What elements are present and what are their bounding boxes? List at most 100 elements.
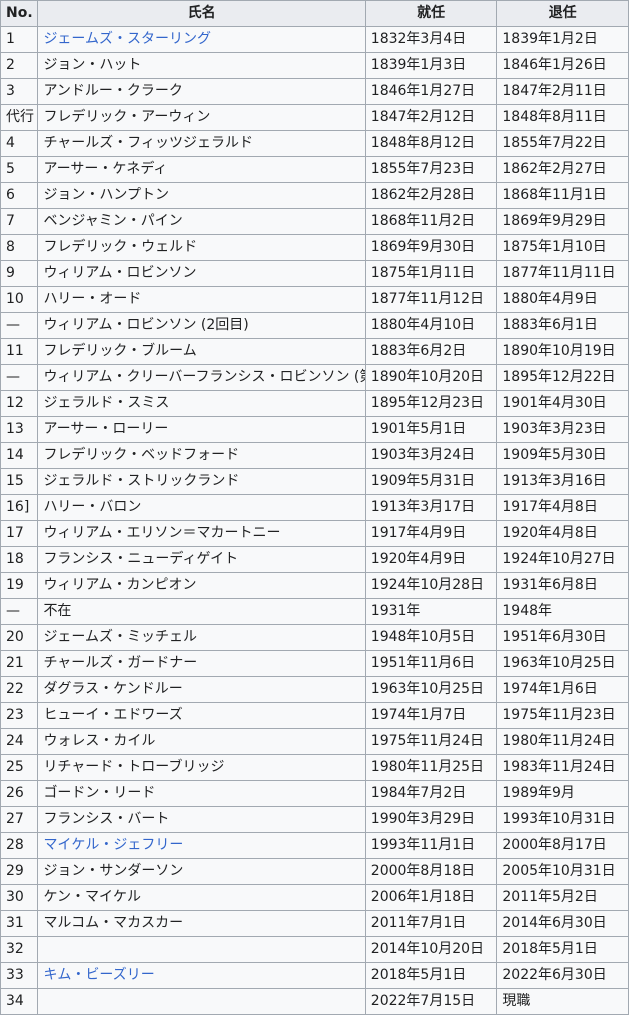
cell-name: ダグラス・ケンドルー [37, 676, 366, 703]
cell-end-date: 1903年3月23日 [496, 416, 629, 443]
cell-start-date: 1913年3月17日 [364, 494, 498, 521]
cell-name: ケン・マイケル [37, 884, 366, 911]
cell-name: マイケル・ジェフリー [37, 832, 366, 859]
cell-end-date: 1948年 [496, 598, 629, 625]
cell-start-date: 1895年12月23日 [364, 390, 498, 417]
cell-start-date: 2014年10月20日 [364, 936, 498, 963]
cell-name: アーサー・ローリー [37, 416, 366, 443]
table-row: 27 フランシス・バート 1990年3月29日 1993年10月31日 [0, 806, 629, 833]
table-row: 11 フレデリック・ブルーム 1883年6月2日 1890年10月19日 [0, 338, 629, 365]
cell-name: フランシス・バート [37, 806, 366, 833]
cell-end-date: 1848年8月11日 [496, 104, 629, 131]
cell-no: 13 [0, 416, 39, 443]
table-row: 4 チャールズ・フィッツジェラルド 1848年8月12日 1855年7月22日 [0, 130, 629, 157]
table-row: 19 ウィリアム・カンピオン 1924年10月28日 1931年6月8日 [0, 572, 629, 599]
cell-no: 2 [0, 52, 39, 79]
table-row: —ウィリアム・クリーバーフランシス・ロビンソン (第3回)1890年10月20日… [0, 364, 629, 391]
cell-no: 21 [0, 650, 39, 677]
cell-name: ジェームズ・スターリング [37, 26, 366, 53]
table-row: 14 フレデリック・ベッドフォード 1903年3月24日 1909年5月30日 [0, 442, 629, 469]
table-row: 20 ジェームズ・ミッチェル 1948年10月5日 1951年6月30日 [0, 624, 629, 651]
cell-end-date: 1983年11月24日 [496, 754, 629, 781]
cell-start-date: 1931年 [364, 598, 498, 625]
table-row: 1 ジェームズ・スターリング 1832年3月4日 1839年1月2日 [0, 26, 629, 53]
table-row: 18 フランシス・ニューディゲイト 1920年4月9日 1924年10月27日 [0, 546, 629, 573]
cell-name: ハリー・オード [37, 286, 366, 313]
table-row: 7 ベンジャミン・パイン 1868年11月2日 1869年9月29日 [0, 208, 629, 235]
cell-no: 18 [0, 546, 39, 573]
cell-name: フレデリック・ベッドフォード [37, 442, 366, 469]
name-link[interactable]: ジェームズ・スターリング [43, 31, 211, 47]
table-row: 16] ハリー・バロン 1913年3月17日 1917年4月8日 [0, 494, 629, 521]
cell-start-date: 1839年1月3日 [364, 52, 498, 79]
table-row: 5 アーサー・ケネディ 1855年7月23日 1862年2月27日 [0, 156, 629, 183]
table-row: 15 ジェラルド・ストリックランド 1909年5月31日 1913年3月16日 [0, 468, 629, 495]
cell-name: ジョン・ハット [37, 52, 366, 79]
cell-end-date: 1924年10月27日 [496, 546, 629, 573]
table-row: 代行 フレデリック・アーウィン 1847年2月12日 1848年8月11日 [0, 104, 629, 131]
cell-no: — [0, 364, 39, 391]
cell-no: 15 [0, 468, 39, 495]
cell-end-date: 1846年1月26日 [496, 52, 629, 79]
cell-end-date: 1920年4月8日 [496, 520, 629, 547]
cell-start-date: 1948年10月5日 [364, 624, 498, 651]
cell-no: 34 [0, 988, 39, 1015]
cell-name: ウォレス・カイル [37, 728, 366, 755]
cell-name: ハリー・バロン [37, 494, 366, 521]
header-start[interactable]: 就任 [364, 0, 498, 27]
cell-end-date: 1913年3月16日 [496, 468, 629, 495]
cell-start-date: 1869年9月30日 [364, 234, 498, 261]
cell-name: ウィリアム・クリーバーフランシス・ロビンソン (第3回) [37, 364, 366, 391]
table-row: 31 マルコム・マカスカー 2011年7月1日 2014年6月30日 [0, 910, 629, 937]
cell-no: 31 [0, 910, 39, 937]
cell-no: — [0, 598, 39, 625]
cell-no: 16] [0, 494, 39, 521]
cell-end-date: 1890年10月19日 [496, 338, 629, 365]
cell-no: 12 [0, 390, 39, 417]
table-row: 34 2022年7月15日 現職 [0, 988, 629, 1015]
cell-no: 3 [0, 78, 39, 105]
header-end[interactable]: 退任 [496, 0, 629, 27]
cell-end-date: 2014年6月30日 [496, 910, 629, 937]
cell-start-date: 1990年3月29日 [364, 806, 498, 833]
cell-end-date: 1909年5月30日 [496, 442, 629, 469]
cell-no: 30 [0, 884, 39, 911]
table-row: 21 チャールズ・ガードナー 1951年11月6日 1963年10月25日 [0, 650, 629, 677]
cell-start-date: 1877年11月12日 [364, 286, 498, 313]
cell-no: 6 [0, 182, 39, 209]
cell-start-date: 2022年7月15日 [364, 988, 498, 1015]
table-row: 28 マイケル・ジェフリー 1993年11月1日 2000年8月17日 [0, 832, 629, 859]
cell-no: 11 [0, 338, 39, 365]
cell-name: ウィリアム・ロビンソン [37, 260, 366, 287]
cell-name: ゴードン・リード [37, 780, 366, 807]
name-link[interactable]: マイケル・ジェフリー [43, 837, 183, 853]
cell-start-date: 1963年10月25日 [364, 676, 498, 703]
cell-name: リチャード・トローブリッジ [37, 754, 366, 781]
cell-end-date: 1855年7月22日 [496, 130, 629, 157]
table-row: 12 ジェラルド・スミス 1895年12月23日 1901年4月30日 [0, 390, 629, 417]
cell-no: 25 [0, 754, 39, 781]
table-row: 24 ウォレス・カイル 1975年11月24日 1980年11月24日 [0, 728, 629, 755]
cell-start-date: 1890年10月20日 [364, 364, 498, 391]
header-name[interactable]: 氏名 [37, 0, 366, 27]
cell-start-date: 1917年4月9日 [364, 520, 498, 547]
cell-end-date: 1989年9月 [496, 780, 629, 807]
cell-name: アーサー・ケネディ [37, 156, 366, 183]
cell-end-date: 1901年4月30日 [496, 390, 629, 417]
cell-name: チャールズ・ガードナー [37, 650, 366, 677]
table-row: 6 ジョン・ハンプトン 1862年2月28日 1868年11月1日 [0, 182, 629, 209]
table-row: 25 リチャード・トローブリッジ 1980年11月25日 1983年11月24日 [0, 754, 629, 781]
table-row: 10 ハリー・オード 1877年11月12日 1880年4月9日 [0, 286, 629, 313]
cell-start-date: 1924年10月28日 [364, 572, 498, 599]
table-row: 13 アーサー・ローリー 1901年5月1日 1903年3月23日 [0, 416, 629, 443]
cell-no: 1 [0, 26, 39, 53]
name-link[interactable]: キム・ビーズリー [43, 967, 154, 983]
cell-end-date: 1877年11月11日 [496, 260, 629, 287]
cell-end-date: 1862年2月27日 [496, 156, 629, 183]
cell-start-date: 1920年4月9日 [364, 546, 498, 573]
header-no[interactable]: No. [0, 0, 39, 27]
cell-end-date: 1974年1月6日 [496, 676, 629, 703]
cell-no: 9 [0, 260, 39, 287]
table-row: 23 ヒューイ・エドワーズ 1974年1月7日 1975年11月23日 [0, 702, 629, 729]
table-row: 33 キム・ビーズリー 2018年5月1日 2022年6月30日 [0, 962, 629, 989]
